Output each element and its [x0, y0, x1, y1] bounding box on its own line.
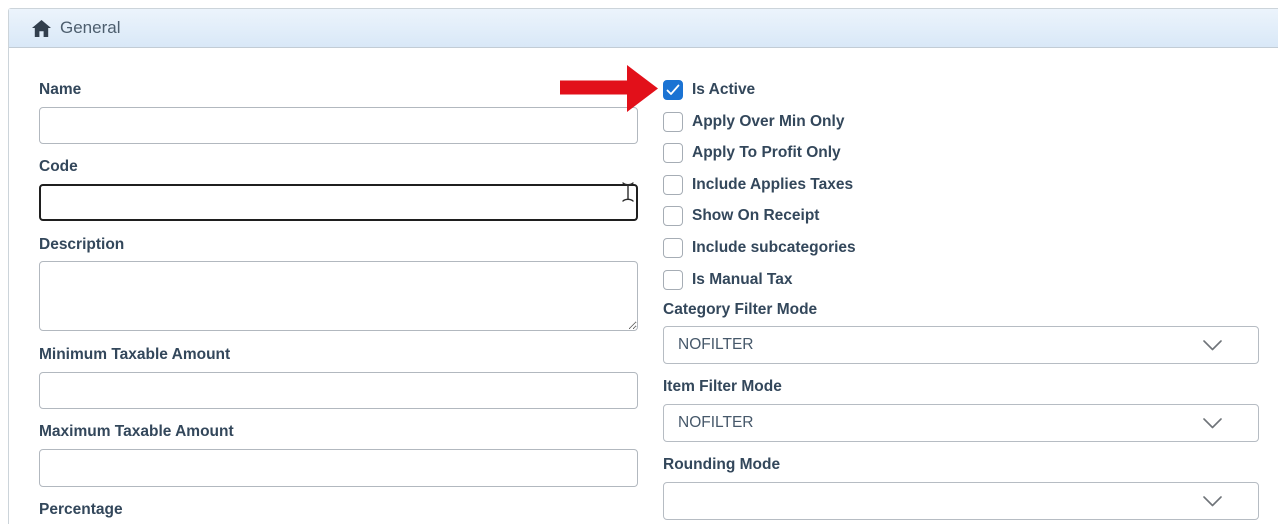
percentage-label: Percentage — [39, 501, 123, 519]
category-filter-mode-label: Category Filter Mode — [663, 301, 817, 319]
include-applies-taxes-label: Include Applies Taxes — [692, 176, 853, 194]
item-filter-mode-value: NOFILTER — [678, 414, 1203, 432]
checkbox-row-include-applies-taxes: Include Applies Taxes — [663, 174, 853, 195]
is-active-label: Is Active — [692, 81, 755, 99]
chevron-down-icon — [1203, 418, 1222, 429]
checkbox-row-include-subcategories: Include subcategories — [663, 237, 856, 258]
category-filter-mode-select[interactable]: NOFILTER — [663, 326, 1259, 364]
rounding-mode-label: Rounding Mode — [663, 456, 780, 474]
include-subcategories-label: Include subcategories — [692, 239, 856, 257]
maximum-taxable-amount-label: Maximum Taxable Amount — [39, 423, 234, 441]
apply-over-min-only-checkbox[interactable] — [663, 112, 683, 132]
include-subcategories-checkbox[interactable] — [663, 238, 683, 258]
include-applies-taxes-checkbox[interactable] — [663, 175, 683, 195]
description-label: Description — [39, 236, 124, 254]
code-input[interactable] — [39, 184, 638, 221]
code-label: Code — [39, 158, 78, 176]
checkbox-row-is-manual-tax: Is Manual Tax — [663, 269, 793, 290]
show-on-receipt-label: Show On Receipt — [692, 207, 819, 225]
show-on-receipt-checkbox[interactable] — [663, 206, 683, 226]
home-icon — [32, 20, 51, 37]
panel-title: General — [60, 18, 120, 38]
general-panel: General Name Code Description Minimum Ta… — [8, 8, 1278, 524]
apply-to-profit-only-checkbox[interactable] — [663, 143, 683, 163]
maximum-taxable-amount-input[interactable] — [39, 449, 638, 487]
minimum-taxable-amount-label: Minimum Taxable Amount — [39, 346, 230, 364]
rounding-mode-select[interactable] — [663, 482, 1259, 520]
checkbox-row-is-active: Is Active — [663, 79, 755, 100]
chevron-down-icon — [1203, 340, 1222, 351]
item-filter-mode-select[interactable]: NOFILTER — [663, 404, 1259, 442]
name-label: Name — [39, 81, 81, 99]
general-settings-page: General Name Code Description Minimum Ta… — [0, 0, 1278, 524]
chevron-down-icon — [1203, 496, 1222, 507]
item-filter-mode-label: Item Filter Mode — [663, 378, 782, 396]
minimum-taxable-amount-input[interactable] — [39, 372, 638, 409]
panel-header-general[interactable]: General — [9, 9, 1278, 48]
checkbox-row-apply-to-profit-only: Apply To Profit Only — [663, 142, 841, 163]
checkbox-row-show-on-receipt: Show On Receipt — [663, 205, 819, 226]
is-manual-tax-checkbox[interactable] — [663, 270, 683, 290]
apply-over-min-only-label: Apply Over Min Only — [692, 113, 844, 131]
apply-to-profit-only-label: Apply To Profit Only — [692, 144, 841, 162]
is-active-checkbox[interactable] — [663, 80, 683, 100]
name-input[interactable] — [39, 107, 638, 144]
is-manual-tax-label: Is Manual Tax — [692, 271, 793, 289]
check-icon — [666, 84, 680, 96]
description-textarea[interactable] — [39, 261, 638, 331]
checkbox-row-apply-over-min-only: Apply Over Min Only — [663, 111, 844, 132]
category-filter-mode-value: NOFILTER — [678, 336, 1203, 354]
